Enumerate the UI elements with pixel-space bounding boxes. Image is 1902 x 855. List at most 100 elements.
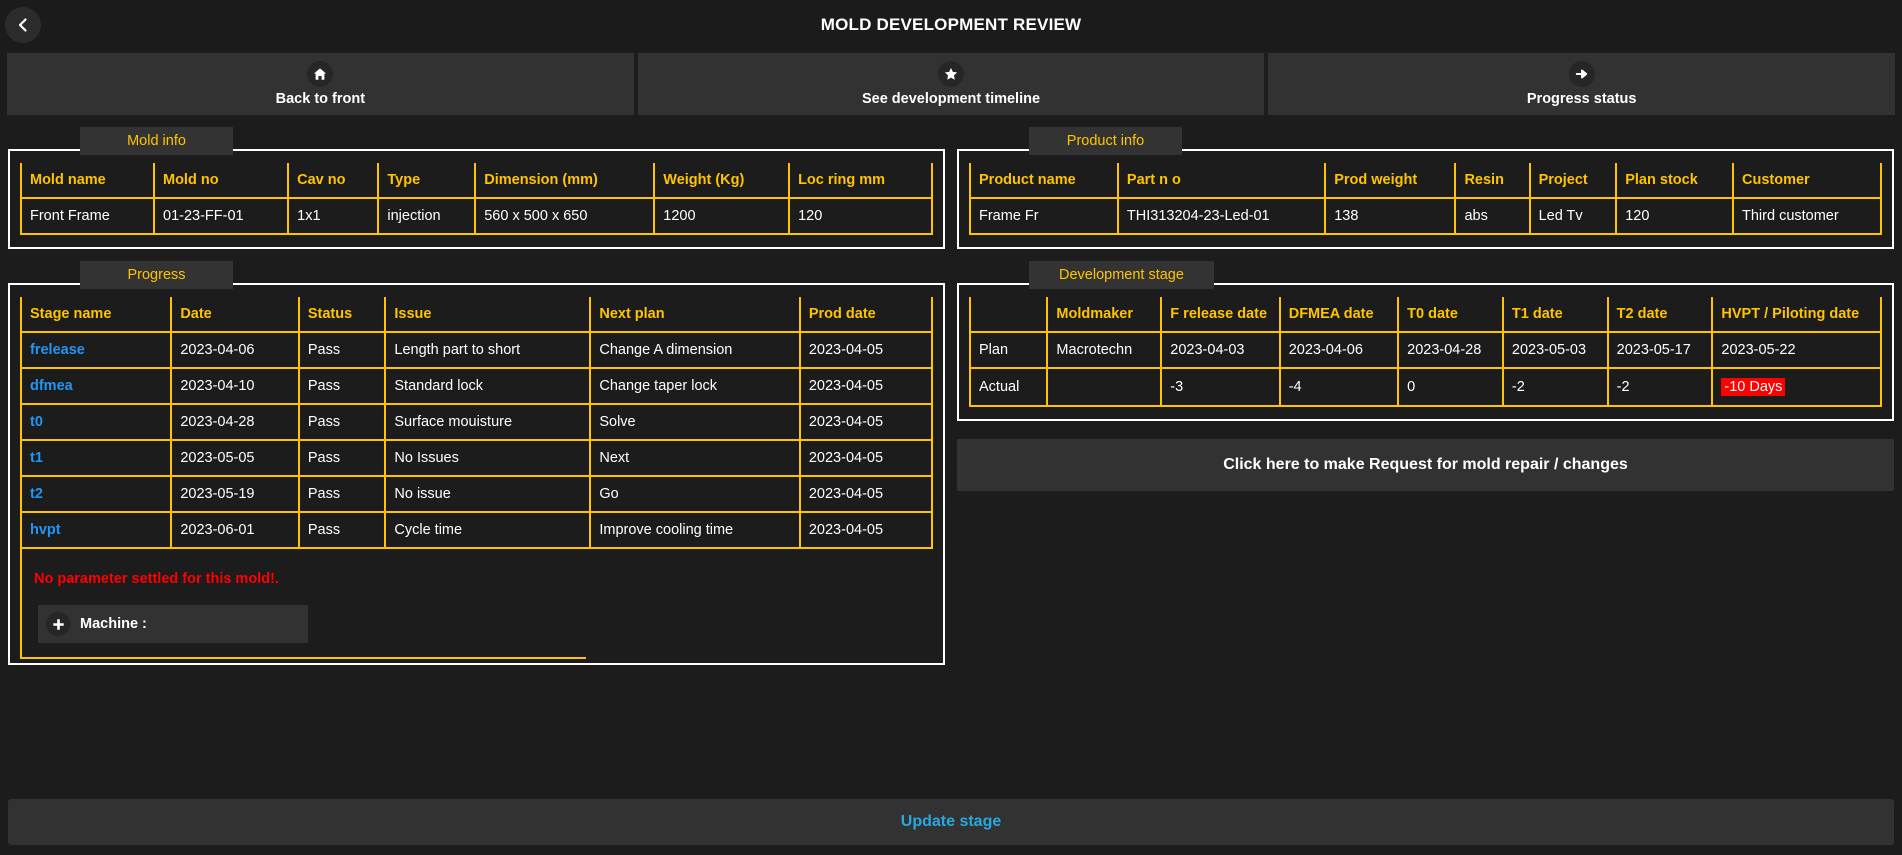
table-row: hvpt 2023-06-01 Pass Cycle time Improve …	[21, 512, 932, 548]
nav-progress-status[interactable]: Progress status	[1268, 53, 1895, 115]
cell-stage-name: t0	[21, 404, 171, 440]
progress-table: Stage name Date Status Issue Next plan P…	[20, 297, 933, 549]
cell-plan-moldmaker: Macrotechn	[1047, 332, 1161, 368]
col-resin: Resin	[1455, 163, 1529, 198]
col-next-plan: Next plan	[590, 297, 800, 332]
cell-next-plan: Solve	[590, 404, 800, 440]
plus-icon	[46, 612, 70, 636]
cell-plan-t0: 2023-04-28	[1398, 332, 1503, 368]
product-info-tab: Product info	[1029, 127, 1182, 155]
table-header-row: Mold name Mold no Cav no Type Dimension …	[21, 163, 932, 198]
table-header-row: Moldmaker F release date DFMEA date T0 d…	[970, 297, 1881, 332]
arrow-right-icon	[1569, 61, 1595, 87]
cell-issue: Surface mouisture	[385, 404, 590, 440]
cell-next-plan: Improve cooling time	[590, 512, 800, 548]
no-parameter-note: No parameter settled for this mold!.	[22, 549, 586, 587]
cell-mold-name: Front Frame	[21, 198, 154, 234]
request-mold-repair-label: Click here to make Request for mold repa…	[1223, 456, 1628, 474]
progress-box: Stage name Date Status Issue Next plan P…	[8, 283, 945, 665]
update-stage-button[interactable]: Update stage	[8, 799, 1894, 845]
mold-info-table: Mold name Mold no Cav no Type Dimension …	[20, 163, 933, 235]
right-column: Product info Product name Part n o Prod …	[957, 127, 1894, 491]
main-grid: Mold info Mold name Mold no Cav no Type …	[0, 127, 1902, 665]
home-icon	[307, 61, 333, 87]
cell-date: 2023-05-05	[171, 440, 299, 476]
development-stage-tab: Development stage	[1029, 261, 1214, 289]
cell-prod-date: 2023-04-05	[800, 332, 932, 368]
col-product-name: Product name	[970, 163, 1118, 198]
cell-date: 2023-04-06	[171, 332, 299, 368]
col-customer: Customer	[1733, 163, 1881, 198]
col-t1-date: T1 date	[1503, 297, 1608, 332]
table-row: frelease 2023-04-06 Pass Length part to …	[21, 332, 932, 368]
table-row: dfmea 2023-04-10 Pass Standard lock Chan…	[21, 368, 932, 404]
col-loc-ring: Loc ring mm	[789, 163, 932, 198]
col-mold-name: Mold name	[21, 163, 154, 198]
cell-issue: No Issues	[385, 440, 590, 476]
cell-issue: No issue	[385, 476, 590, 512]
cell-loc-ring: 120	[789, 198, 932, 234]
cell-prod-date: 2023-04-05	[800, 404, 932, 440]
stage-link[interactable]: t1	[30, 450, 43, 466]
cell-product-name: Frame Fr	[970, 198, 1118, 234]
machine-input[interactable]: Machine :	[38, 605, 308, 643]
cell-stage-name: dfmea	[21, 368, 171, 404]
table-row: t2 2023-05-19 Pass No issue Go 2023-04-0…	[21, 476, 932, 512]
cell-plan-label: Plan	[970, 332, 1047, 368]
cell-issue: Standard lock	[385, 368, 590, 404]
cell-stage-name: t1	[21, 440, 171, 476]
progress-tab: Progress	[80, 261, 233, 289]
stage-link[interactable]: t2	[30, 486, 43, 502]
table-row: t1 2023-05-05 Pass No Issues Next 2023-0…	[21, 440, 932, 476]
nav-back-to-front[interactable]: Back to front	[7, 53, 634, 115]
stage-link[interactable]: dfmea	[30, 378, 73, 394]
stage-link[interactable]: t0	[30, 414, 43, 430]
mold-info-box: Mold name Mold no Cav no Type Dimension …	[8, 149, 945, 249]
progress-footer: No parameter settled for this mold!. Mac…	[20, 549, 586, 659]
cell-actual-t2: -2	[1608, 368, 1713, 406]
nav-back-to-front-label: Back to front	[276, 91, 365, 107]
col-issue: Issue	[385, 297, 590, 332]
cell-weight: 1200	[654, 198, 789, 234]
stage-link[interactable]: frelease	[30, 342, 85, 358]
cell-next-plan: Go	[590, 476, 800, 512]
cell-next-plan: Change A dimension	[590, 332, 800, 368]
nav-see-development-timeline[interactable]: See development timeline	[638, 53, 1265, 115]
cell-stage-name: t2	[21, 476, 171, 512]
top-bar: MOLD DEVELOPMENT REVIEW	[0, 0, 1902, 50]
cell-prod-date: 2023-04-05	[800, 368, 932, 404]
cell-plan-hvpt: 2023-05-22	[1712, 332, 1881, 368]
cell-issue: Length part to short	[385, 332, 590, 368]
cell-plan-t1: 2023-05-03	[1503, 332, 1608, 368]
col-mold-no: Mold no	[154, 163, 288, 198]
cell-actual-t1: -2	[1503, 368, 1608, 406]
table-header-row: Product name Part n o Prod weight Resin …	[970, 163, 1881, 198]
cell-status: Pass	[299, 368, 386, 404]
cell-next-plan: Next	[590, 440, 800, 476]
cell-actual-f-release: -3	[1161, 368, 1279, 406]
development-stage-box: Moldmaker F release date DFMEA date T0 d…	[957, 283, 1894, 421]
col-hvpt-piloting-date: HVPT / Piloting date	[1712, 297, 1881, 332]
cell-status: Pass	[299, 404, 386, 440]
chevron-left-icon	[15, 17, 31, 33]
cell-status: Pass	[299, 476, 386, 512]
cell-date: 2023-04-28	[171, 404, 299, 440]
cell-plan-dfmea: 2023-04-06	[1280, 332, 1398, 368]
cell-issue: Cycle time	[385, 512, 590, 548]
cell-plan-f-release: 2023-04-03	[1161, 332, 1279, 368]
col-t0-date: T0 date	[1398, 297, 1503, 332]
table-row: t0 2023-04-28 Pass Surface mouisture Sol…	[21, 404, 932, 440]
development-stage-table: Moldmaker F release date DFMEA date T0 d…	[969, 297, 1882, 407]
cell-resin: abs	[1455, 198, 1529, 234]
cell-status: Pass	[299, 332, 386, 368]
stage-link[interactable]: hvpt	[30, 522, 61, 538]
request-mold-repair-button[interactable]: Click here to make Request for mold repa…	[957, 439, 1894, 491]
left-column: Mold info Mold name Mold no Cav no Type …	[8, 127, 945, 665]
cell-prod-date: 2023-04-05	[800, 476, 932, 512]
cell-stage-name: hvpt	[21, 512, 171, 548]
back-button[interactable]	[5, 7, 41, 43]
product-info-box: Product name Part n o Prod weight Resin …	[957, 149, 1894, 249]
cell-actual-label: Actual	[970, 368, 1047, 406]
col-type: Type	[378, 163, 475, 198]
col-weight: Weight (Kg)	[654, 163, 789, 198]
